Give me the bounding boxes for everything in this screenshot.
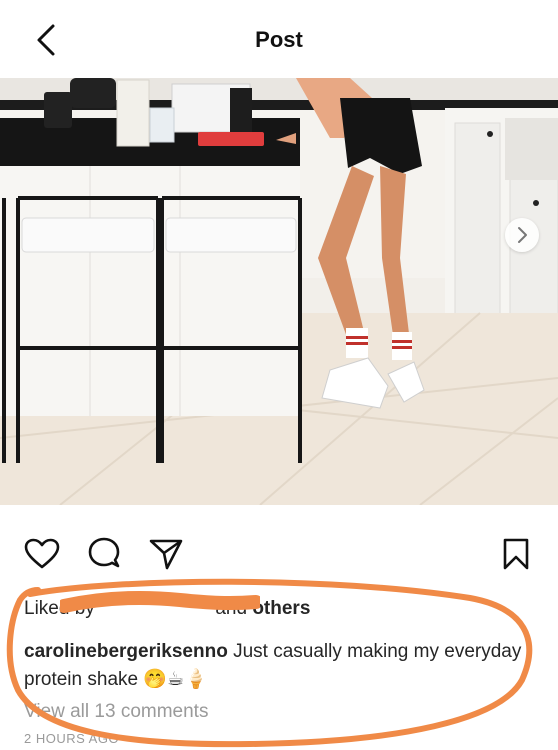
- carousel-next-button[interactable]: [505, 218, 539, 252]
- save-button[interactable]: [496, 534, 536, 574]
- chevron-right-icon: [518, 227, 527, 243]
- kitchen-photo: [0, 78, 558, 505]
- post-timestamp: 2 HOURS AGO: [24, 731, 120, 746]
- post-caption: carolinebergeriksenno Just casually maki…: [24, 638, 524, 694]
- view-all-comments-link[interactable]: View all 13 comments: [24, 701, 208, 723]
- liked-by-others-link[interactable]: others: [252, 598, 310, 619]
- like-button[interactable]: [22, 534, 62, 574]
- share-button[interactable]: [146, 534, 186, 574]
- page-title: Post: [255, 27, 303, 52]
- top-bar: Post: [0, 0, 558, 78]
- heart-outline-icon: [24, 538, 60, 569]
- post-photo[interactable]: [0, 78, 558, 505]
- bookmark-outline-icon: [503, 538, 529, 570]
- paper-plane-icon: [149, 539, 183, 570]
- action-bar: [0, 530, 558, 578]
- comment-button[interactable]: [84, 534, 124, 574]
- comment-bubble-icon: [88, 537, 120, 568]
- caption-username[interactable]: carolinebergeriksenno: [24, 641, 228, 662]
- caption-emojis: 🤭☕🍦: [143, 669, 208, 690]
- redaction-scribble: [60, 591, 260, 613]
